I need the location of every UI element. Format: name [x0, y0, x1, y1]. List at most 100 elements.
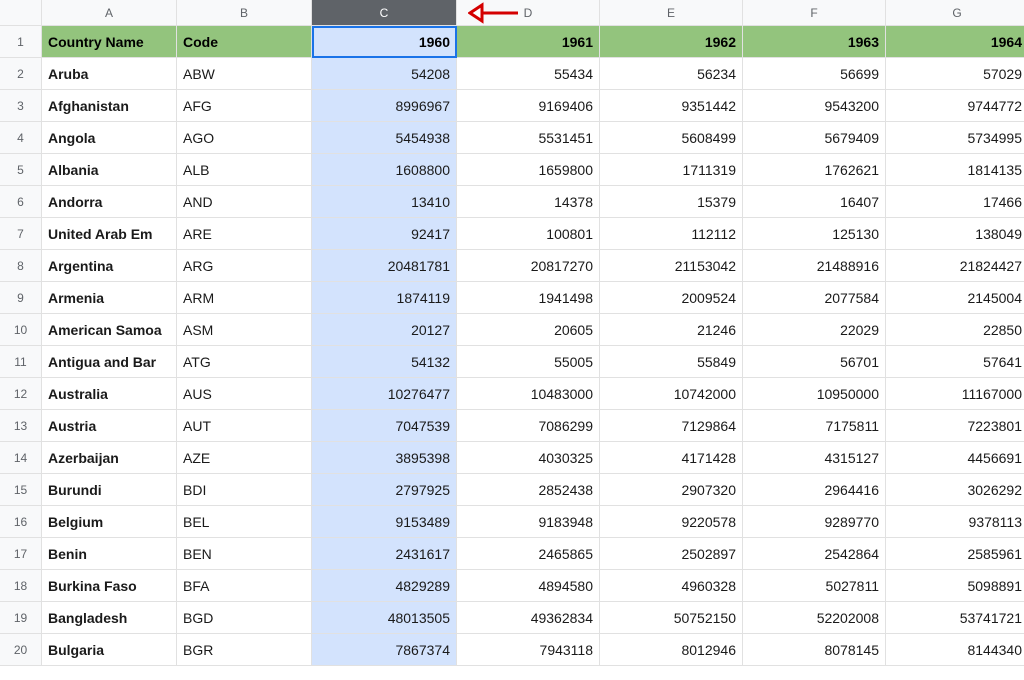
cell-value[interactable]: 9289770	[743, 506, 886, 538]
column-header-a[interactable]: A	[42, 0, 177, 26]
cell-value[interactable]: 5734995	[886, 122, 1024, 154]
cell-value[interactable]: 125130	[743, 218, 886, 250]
cell-value[interactable]: 9220578	[600, 506, 743, 538]
cell-value[interactable]: 5531451	[457, 122, 600, 154]
cell-value[interactable]: 5027811	[743, 570, 886, 602]
cell-value[interactable]: 54132	[312, 346, 457, 378]
column-header-d[interactable]: D	[457, 0, 600, 26]
cell-value[interactable]: 21153042	[600, 250, 743, 282]
cell-value[interactable]: 55849	[600, 346, 743, 378]
cell-value[interactable]: 9744772	[886, 90, 1024, 122]
cell-value[interactable]: 2852438	[457, 474, 600, 506]
cell-value[interactable]: 2585961	[886, 538, 1024, 570]
cell-value[interactable]: 10276477	[312, 378, 457, 410]
header-year-1963[interactable]: 1963	[743, 26, 886, 58]
cell-value[interactable]: 2465865	[457, 538, 600, 570]
cell-value[interactable]: 2431617	[312, 538, 457, 570]
cell-value[interactable]: 50752150	[600, 602, 743, 634]
cell-value[interactable]: 112112	[600, 218, 743, 250]
row-header-1[interactable]: 1	[0, 26, 42, 58]
cell-country-code[interactable]: BEN	[177, 538, 312, 570]
cell-value[interactable]: 2502897	[600, 538, 743, 570]
cell-country-name[interactable]: Burundi	[42, 474, 177, 506]
row-header-5[interactable]: 5	[0, 154, 42, 186]
cell-value[interactable]: 7086299	[457, 410, 600, 442]
row-header-8[interactable]: 8	[0, 250, 42, 282]
cell-value[interactable]: 48013505	[312, 602, 457, 634]
cell-country-code[interactable]: BEL	[177, 506, 312, 538]
row-header-17[interactable]: 17	[0, 538, 42, 570]
cell-value[interactable]: 9169406	[457, 90, 600, 122]
cell-value[interactable]: 1814135	[886, 154, 1024, 186]
cell-value[interactable]: 7129864	[600, 410, 743, 442]
cell-country-name[interactable]: Benin	[42, 538, 177, 570]
cell-value[interactable]: 9183948	[457, 506, 600, 538]
row-header-16[interactable]: 16	[0, 506, 42, 538]
row-header-13[interactable]: 13	[0, 410, 42, 442]
column-header-f[interactable]: F	[743, 0, 886, 26]
header-country-name[interactable]: Country Name	[42, 26, 177, 58]
cell-value[interactable]: 53741721	[886, 602, 1024, 634]
cell-value[interactable]: 49362834	[457, 602, 600, 634]
cell-country-name[interactable]: Afghanistan	[42, 90, 177, 122]
row-header-18[interactable]: 18	[0, 570, 42, 602]
cell-value[interactable]: 138049	[886, 218, 1024, 250]
cell-value[interactable]: 2077584	[743, 282, 886, 314]
cell-value[interactable]: 2009524	[600, 282, 743, 314]
cell-value[interactable]: 2145004	[886, 282, 1024, 314]
column-header-g[interactable]: G	[886, 0, 1024, 26]
cell-value[interactable]: 4030325	[457, 442, 600, 474]
cell-country-code[interactable]: ARG	[177, 250, 312, 282]
cell-country-code[interactable]: ATG	[177, 346, 312, 378]
cell-country-code[interactable]: ALB	[177, 154, 312, 186]
cell-country-code[interactable]: AZE	[177, 442, 312, 474]
cell-value[interactable]: 7047539	[312, 410, 457, 442]
cell-value[interactable]: 9351442	[600, 90, 743, 122]
cell-value[interactable]: 7175811	[743, 410, 886, 442]
cell-country-code[interactable]: ASM	[177, 314, 312, 346]
row-header-15[interactable]: 15	[0, 474, 42, 506]
cell-value[interactable]: 5098891	[886, 570, 1024, 602]
cell-country-code[interactable]: AUS	[177, 378, 312, 410]
cell-value[interactable]: 22029	[743, 314, 886, 346]
cell-value[interactable]: 4829289	[312, 570, 457, 602]
cell-value[interactable]: 15379	[600, 186, 743, 218]
row-header-20[interactable]: 20	[0, 634, 42, 666]
cell-country-code[interactable]: ABW	[177, 58, 312, 90]
cell-value[interactable]: 20481781	[312, 250, 457, 282]
header-year-1962[interactable]: 1962	[600, 26, 743, 58]
cell-value[interactable]: 56699	[743, 58, 886, 90]
cell-value[interactable]: 22850	[886, 314, 1024, 346]
cell-value[interactable]: 2964416	[743, 474, 886, 506]
cell-value[interactable]: 7223801	[886, 410, 1024, 442]
cell-value[interactable]: 21246	[600, 314, 743, 346]
header-year-1961[interactable]: 1961	[457, 26, 600, 58]
cell-value[interactable]: 4315127	[743, 442, 886, 474]
cell-value[interactable]: 14378	[457, 186, 600, 218]
cell-value[interactable]: 4171428	[600, 442, 743, 474]
row-header-12[interactable]: 12	[0, 378, 42, 410]
cell-value[interactable]: 5608499	[600, 122, 743, 154]
cell-value[interactable]: 57641	[886, 346, 1024, 378]
cell-country-name[interactable]: Andorra	[42, 186, 177, 218]
cell-value[interactable]: 1762621	[743, 154, 886, 186]
cell-value[interactable]: 57029	[886, 58, 1024, 90]
cell-value[interactable]: 1874119	[312, 282, 457, 314]
column-header-e[interactable]: E	[600, 0, 743, 26]
row-header-7[interactable]: 7	[0, 218, 42, 250]
cell-country-name[interactable]: Angola	[42, 122, 177, 154]
cell-value[interactable]: 10483000	[457, 378, 600, 410]
cell-value[interactable]: 5454938	[312, 122, 457, 154]
cell-value[interactable]: 17466	[886, 186, 1024, 218]
cell-value[interactable]: 8012946	[600, 634, 743, 666]
cell-country-code[interactable]: BGR	[177, 634, 312, 666]
column-header-c[interactable]: C	[312, 0, 457, 26]
cell-country-code[interactable]: BFA	[177, 570, 312, 602]
cell-value[interactable]: 9153489	[312, 506, 457, 538]
corner-cell[interactable]	[0, 0, 42, 26]
cell-country-name[interactable]: Aruba	[42, 58, 177, 90]
header-year-1964[interactable]: 1964	[886, 26, 1024, 58]
cell-value[interactable]: 2797925	[312, 474, 457, 506]
cell-value[interactable]: 4894580	[457, 570, 600, 602]
cell-country-name[interactable]: United Arab Em	[42, 218, 177, 250]
